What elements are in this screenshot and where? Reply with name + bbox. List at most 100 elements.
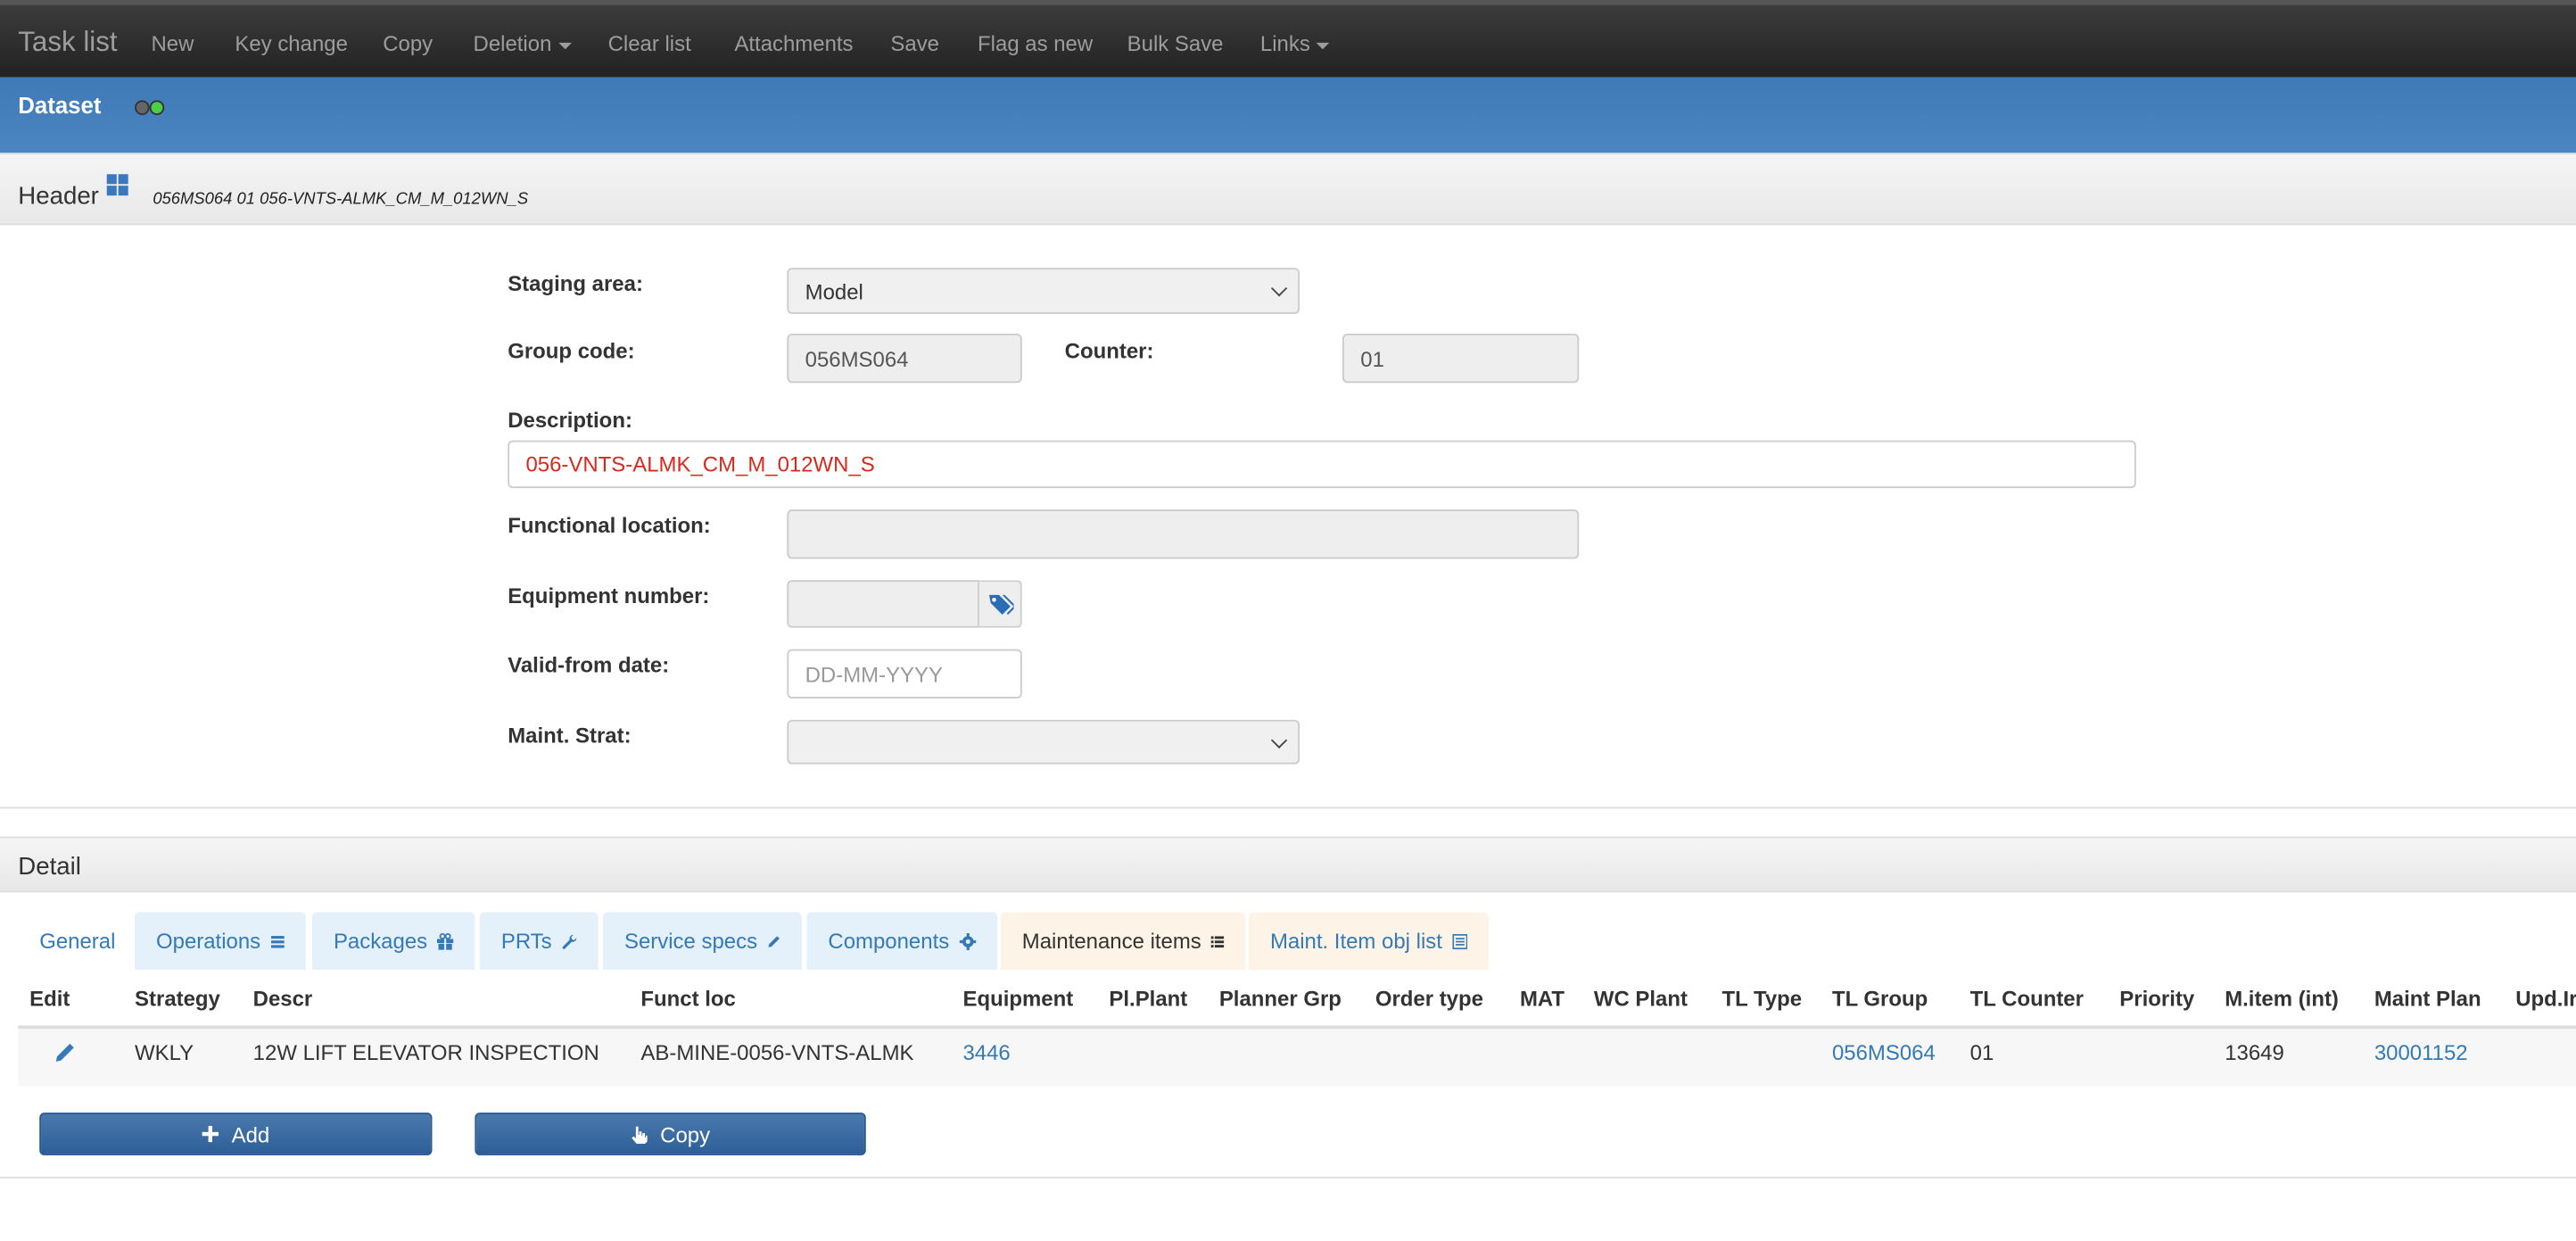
counter-field[interactable]: 01 <box>1342 333 1580 384</box>
col-pl-plant[interactable]: Pl.Plant <box>1109 986 1187 1011</box>
col-order-type[interactable]: Order type <box>1375 986 1483 1011</box>
status-dot-icon <box>149 100 165 115</box>
col-tl-type[interactable]: TL Type <box>1722 986 1803 1011</box>
cell-maint-plan-link[interactable]: 30001152 <box>2374 1040 2468 1065</box>
staging-area-select[interactable]: Model <box>787 268 1300 314</box>
description-field[interactable]: 056-VNTS-ALMK_CM_M_012WN_S <box>508 440 2136 489</box>
copy-button[interactable]: Copy <box>475 1113 866 1155</box>
pencil-icon <box>768 935 780 947</box>
nav-new[interactable]: New <box>151 31 194 56</box>
col-tl-counter[interactable]: TL Counter <box>1970 986 2084 1011</box>
description-value: 056-VNTS-ALMK_CM_M_012WN_S <box>525 451 875 477</box>
valid-from-label: Valid-from date: <box>508 652 670 677</box>
col-edit[interactable]: Edit <box>29 986 70 1011</box>
hand-pointer-icon <box>631 1125 648 1144</box>
add-button-label: Add <box>231 1121 270 1146</box>
tab-prts[interactable]: PRTs <box>479 912 599 970</box>
nav-links[interactable]: Links <box>1260 31 1330 56</box>
col-maint-plan[interactable]: Maint Plan <box>2374 986 2481 1011</box>
tab-maint-item-obj-list[interactable]: Maint. Item obj list <box>1248 912 1489 970</box>
valid-from-input[interactable]: DD-MM-YYYY <box>787 649 1022 699</box>
staging-area-value: Model <box>805 278 863 303</box>
dataset-title: Dataset <box>18 92 102 119</box>
chevron-down-icon <box>1270 731 1288 749</box>
equipment-number-label: Equipment number: <box>508 583 710 608</box>
detail-section-bar: Detail <box>0 836 2576 893</box>
col-equipment[interactable]: Equipment <box>962 986 1073 1011</box>
nav-deletion-label: Deletion <box>473 30 552 56</box>
edit-pencil-icon[interactable] <box>54 1042 76 1071</box>
col-tl-group[interactable]: TL Group <box>1832 986 1928 1011</box>
col-planner-grp[interactable]: Planner Grp <box>1219 986 1342 1011</box>
list-alt-icon <box>1451 933 1467 949</box>
header-subtitle: 056MS064 01 056-VNTS-ALMK_CM_M_012WN_S <box>153 190 529 209</box>
cell-m-item: 13649 <box>2225 1040 2284 1065</box>
header-section-bar: Header 056MS064 01 056-VNTS-ALMK_CM_M_01… <box>0 153 2576 226</box>
tab-operations[interactable]: Operations <box>135 912 306 970</box>
caret-down-icon <box>557 42 572 49</box>
tab-maint-item-obj-list-label: Maint. Item obj list <box>1269 928 1442 954</box>
cell-strategy: WKLY <box>135 1040 194 1065</box>
header-title: Header <box>18 182 99 211</box>
counter-label: Counter: <box>1064 338 1154 364</box>
maint-strat-label: Maint. Strat: <box>508 723 632 749</box>
col-mat[interactable]: MAT <box>1520 986 1565 1011</box>
col-wc-plant[interactable]: WC Plant <box>1594 986 1688 1011</box>
maint-strat-select[interactable] <box>787 719 1300 765</box>
tags-icon <box>988 593 1013 615</box>
nav-links-label: Links <box>1259 30 1310 56</box>
tasks-icon <box>270 935 285 947</box>
tab-prts-label: PRTs <box>500 928 552 954</box>
col-priority[interactable]: Priority <box>2119 986 2194 1011</box>
nav-deletion[interactable]: Deletion <box>474 31 572 56</box>
equipment-lookup-button[interactable] <box>978 580 1022 628</box>
tab-general[interactable]: General <box>18 912 136 969</box>
grid-icon[interactable] <box>106 174 128 196</box>
divider <box>0 807 2576 809</box>
top-navbar: Task list New Key change Copy Deletion C… <box>0 0 2576 78</box>
cell-funct-loc: AB-MINE-0056-VNTS-ALMK <box>640 1040 914 1065</box>
valid-from-placeholder: DD-MM-YYYY <box>805 661 943 687</box>
nav-bulk-save[interactable]: Bulk Save <box>1127 31 1224 56</box>
tab-components-label: Components <box>828 928 950 954</box>
staging-area-label: Staging area: <box>508 270 643 296</box>
nav-copy[interactable]: Copy <box>383 31 433 56</box>
plus-icon <box>202 1125 219 1143</box>
col-descr[interactable]: Descr <box>253 986 313 1011</box>
col-funct-loc[interactable]: Funct loc <box>640 986 735 1011</box>
wrench-icon <box>562 933 576 948</box>
tab-general-label: General <box>39 928 116 954</box>
divider <box>0 1176 2576 1179</box>
tab-packages[interactable]: Packages <box>311 912 475 970</box>
tab-maintenance-items-label: Maintenance items <box>1021 928 1201 954</box>
group-code-field[interactable]: 056MS064 <box>787 333 1022 384</box>
cell-tl-group-link[interactable]: 056MS064 <box>1832 1040 1936 1065</box>
tab-maintenance-items[interactable]: Maintenance items <box>1000 912 1246 970</box>
group-code-value: 056MS064 <box>805 345 909 371</box>
cell-tl-counter: 01 <box>1969 1040 1994 1065</box>
nav-attachments[interactable]: Attachments <box>734 31 853 56</box>
tab-service-specs[interactable]: Service specs <box>603 912 802 970</box>
nav-key-change[interactable]: Key change <box>235 31 348 56</box>
col-strategy[interactable]: Strategy <box>135 986 220 1011</box>
nav-save[interactable]: Save <box>890 31 939 56</box>
tab-components[interactable]: Components <box>806 912 998 970</box>
description-label: Description: <box>508 407 632 433</box>
add-button[interactable]: Add <box>39 1113 433 1155</box>
nav-flag-as-new[interactable]: Flag as new <box>978 31 1093 56</box>
counter-value: 01 <box>1360 345 1384 371</box>
cell-equipment-link[interactable]: 3446 <box>962 1040 1010 1065</box>
group-code-label: Group code: <box>508 338 635 364</box>
app-brand[interactable]: Task list <box>18 26 117 59</box>
functional-location-field[interactable] <box>787 509 1580 559</box>
equipment-number-field[interactable] <box>787 580 979 628</box>
chevron-down-icon <box>1270 280 1288 297</box>
status-dot-icon <box>135 100 150 115</box>
detail-title: Detail <box>18 853 81 881</box>
gift-icon <box>437 932 454 949</box>
col-upd-ir[interactable]: Upd.Ir <box>2515 986 2576 1011</box>
nav-clear-list[interactable]: Clear list <box>608 31 691 56</box>
col-m-item-int[interactable]: M.item (int) <box>2225 986 2339 1011</box>
gear-icon <box>959 932 977 950</box>
copy-button-label: Copy <box>660 1121 711 1146</box>
